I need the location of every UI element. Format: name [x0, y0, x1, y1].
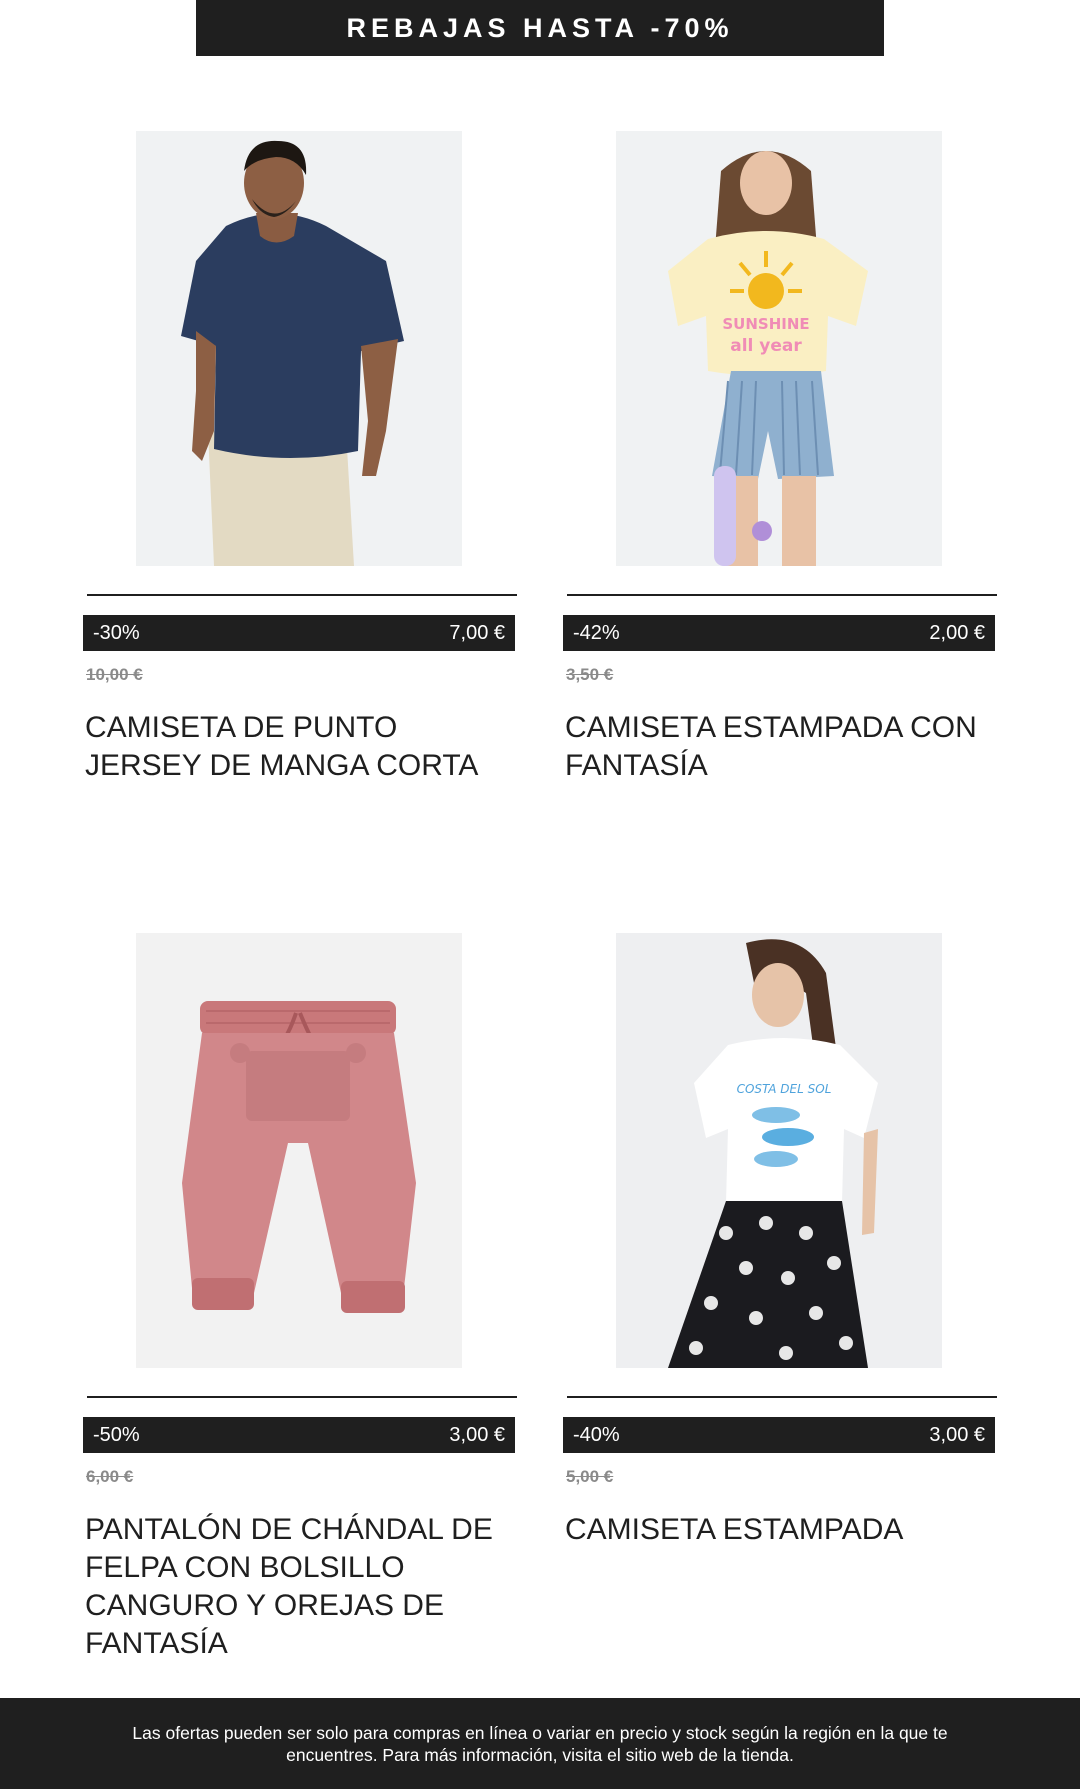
- white-fish-print-tshirt-woman-photo-icon: COSTA DEL SOL: [616, 933, 942, 1368]
- sale-price: 3,00 €: [449, 1423, 505, 1446]
- divider: [567, 594, 997, 596]
- product-name[interactable]: CAMISETA ESTAMPADA CON FANTASÍA: [565, 709, 995, 785]
- product-image[interactable]: COSTA DEL SOL: [616, 933, 942, 1368]
- product-card[interactable]: SUNSHINE all year -42% 2,00 € 3,50 € CAM…: [563, 131, 997, 791]
- original-price: 5,00 €: [566, 1467, 614, 1486]
- girl-sun-print-tshirt-photo-icon: SUNSHINE all year: [616, 131, 942, 566]
- product-image[interactable]: [136, 933, 462, 1368]
- discount-badge: -50%: [93, 1423, 140, 1446]
- divider: [87, 594, 517, 596]
- product-name[interactable]: CAMISETA ESTAMPADA: [565, 1511, 995, 1549]
- product-name[interactable]: CAMISETA DE PUNTO JERSEY DE MANGA CORTA: [85, 709, 515, 785]
- original-price: 10,00 €: [86, 665, 143, 684]
- svg-text:SUNSHINE: SUNSHINE: [722, 315, 809, 333]
- product-card[interactable]: -50% 3,00 € 6,00 € PANTALÓN DE CHÁNDAL D…: [83, 933, 517, 1673]
- original-price: 3,50 €: [566, 665, 614, 684]
- discount-badge: -30%: [93, 621, 140, 644]
- original-price: 6,00 €: [86, 1467, 134, 1486]
- svg-text:COSTA DEL SOL: COSTA DEL SOL: [737, 1082, 832, 1096]
- sale-price: 3,00 €: [929, 1423, 985, 1446]
- sale-banner[interactable]: REBAJAS HASTA -70%: [196, 0, 884, 56]
- svg-text:all year: all year: [730, 336, 802, 356]
- product-name[interactable]: PANTALÓN DE CHÁNDAL DE FELPA CON BOLSILL…: [85, 1511, 515, 1663]
- price-bar: -40% 3,00 €: [563, 1417, 995, 1453]
- product-image[interactable]: [136, 131, 462, 566]
- product-card[interactable]: COSTA DEL SOL -40% 3,00 € 5,00 € CAMISET…: [563, 933, 997, 1673]
- sale-price: 7,00 €: [449, 621, 505, 644]
- footer-disclaimer: Las ofertas pueden ser solo para compras…: [0, 1698, 1080, 1789]
- discount-badge: -40%: [573, 1423, 620, 1446]
- divider: [567, 1396, 997, 1398]
- product-card[interactable]: -30% 7,00 € 10,00 € CAMISETA DE PUNTO JE…: [83, 131, 517, 791]
- product-image[interactable]: SUNSHINE all year: [616, 131, 942, 566]
- sale-price: 2,00 €: [929, 621, 985, 644]
- divider: [87, 1396, 517, 1398]
- sale-banner-text: REBAJAS HASTA -70%: [346, 12, 734, 43]
- discount-badge: -42%: [573, 621, 620, 644]
- disclaimer-text: Las ofertas pueden ser solo para compras…: [132, 1722, 948, 1765]
- navy-tshirt-man-photo-icon: [136, 131, 462, 566]
- price-bar: -42% 2,00 €: [563, 615, 995, 651]
- pink-jogger-pants-photo-icon: [136, 933, 462, 1368]
- price-bar: -30% 7,00 €: [83, 615, 515, 651]
- price-bar: -50% 3,00 €: [83, 1417, 515, 1453]
